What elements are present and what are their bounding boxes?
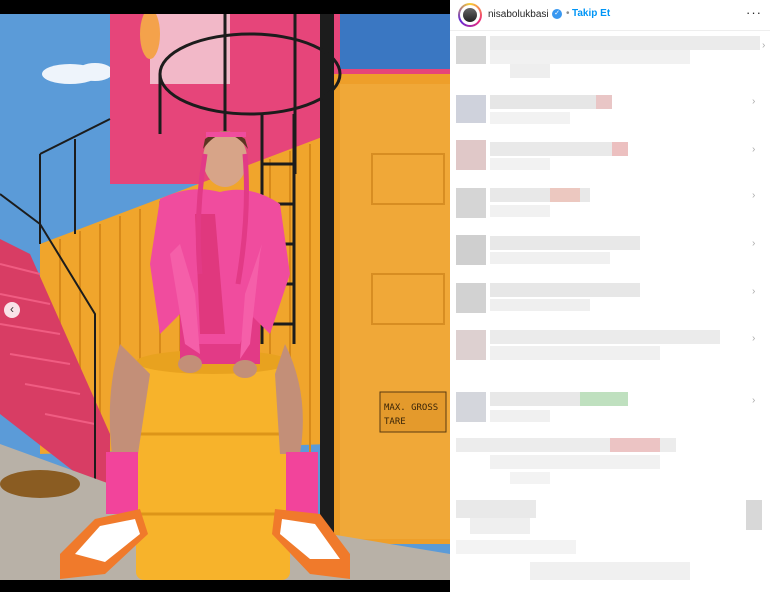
separator-dot: • [566, 8, 570, 19]
sign-line-1: MAX. GROSS [384, 403, 438, 413]
pixelated-block [456, 540, 576, 554]
pixelated-block [456, 36, 486, 64]
pixelated-block [490, 299, 590, 311]
carousel-prev-button[interactable]: ‹ [4, 302, 20, 318]
pixelated-block [490, 410, 550, 422]
pixelated-block [490, 346, 660, 360]
pixelated-block [510, 64, 550, 78]
pixelated-block [550, 188, 580, 202]
post-side-panel: nisabolukbasi ✓ • Takip Et ··· › › › › ›… [450, 0, 770, 592]
avatar[interactable] [458, 3, 482, 27]
pixelated-block [596, 95, 612, 109]
chevron-right-icon: › [752, 238, 756, 249]
pixelated-block [456, 500, 536, 518]
chevron-right-icon: › [762, 40, 766, 51]
pixelated-block [530, 562, 690, 580]
pixelated-block [490, 392, 580, 406]
post-photo[interactable]: MAX. GROSS TARE ‹ [0, 14, 450, 580]
pixelated-block [490, 50, 690, 64]
pixelated-block [456, 330, 486, 360]
pixelated-block [490, 36, 760, 50]
chevron-right-icon: › [752, 96, 756, 107]
pixelated-block [490, 205, 550, 217]
chevron-right-icon: › [752, 190, 756, 201]
post-header: nisabolukbasi ✓ • Takip Et ··· [450, 0, 770, 31]
pixelated-block [456, 188, 486, 218]
avatar-ring-inner [460, 5, 480, 25]
pixelated-block [580, 392, 628, 406]
pixelated-block [490, 252, 610, 264]
pixelated-block [456, 235, 486, 265]
pixelated-block [510, 472, 550, 484]
pixelated-block [490, 112, 570, 124]
chevron-right-icon: › [752, 144, 756, 155]
pixelated-block [490, 283, 640, 297]
pixelated-block [612, 142, 628, 156]
pixelated-block [470, 518, 530, 534]
pixelated-block [456, 95, 486, 123]
pixelated-block [490, 142, 620, 156]
sign-line-2: TARE [384, 417, 406, 427]
username-link[interactable]: nisabolukbasi [488, 9, 549, 20]
instagram-post: MAX. GROSS TARE ‹ nisabolukbasi ✓ • Taki… [0, 0, 770, 592]
pixelated-block [456, 283, 486, 313]
chevron-right-icon: › [752, 333, 756, 344]
chevron-right-icon: › [752, 395, 756, 406]
pixelated-block [490, 455, 660, 469]
photo-illustration: MAX. GROSS TARE [0, 14, 450, 580]
more-options-icon[interactable]: ··· [746, 5, 762, 20]
pixelated-block [456, 392, 486, 422]
pixelated-block [746, 500, 762, 530]
pixelated-block [490, 330, 720, 344]
avatar-image [463, 8, 477, 22]
chevron-right-icon: › [752, 286, 756, 297]
pixelated-block [490, 158, 550, 170]
follow-button[interactable]: Takip Et [572, 8, 610, 19]
pixelated-block [456, 140, 486, 170]
pixelated-block [610, 438, 660, 452]
pixelated-block [490, 95, 600, 109]
verified-badge-icon: ✓ [552, 9, 562, 19]
pixelated-block [490, 236, 640, 250]
